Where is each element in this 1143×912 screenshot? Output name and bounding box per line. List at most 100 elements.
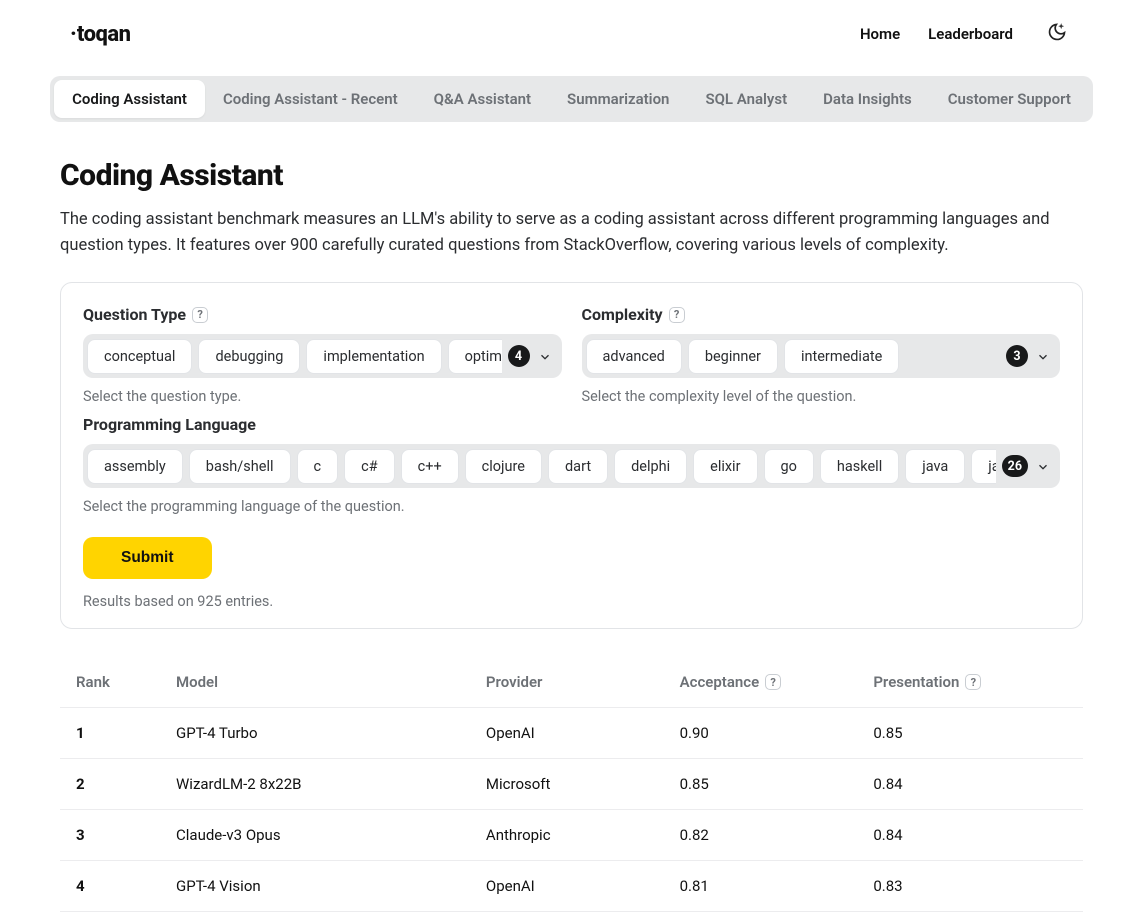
submit-button[interactable]: Submit <box>83 537 212 579</box>
language-hint: Select the programming language of the q… <box>83 498 1060 515</box>
results-table: Rank Model Provider Acceptance ? Present… <box>60 657 1083 912</box>
table-row: 3 Claude-v3 Opus Anthropic 0.82 0.84 <box>60 810 1083 861</box>
filter-language: Programming Language assembly bash/shell… <box>83 415 1060 515</box>
question-type-select[interactable]: conceptual debugging implementation opti… <box>83 334 562 378</box>
chip-elixir[interactable]: elixir <box>693 449 757 484</box>
cell-model: GPT-4 Turbo <box>176 724 486 742</box>
question-type-hint: Select the question type. <box>83 388 562 405</box>
chevron-down-icon[interactable] <box>1036 459 1050 473</box>
filters-panel: Question Type ? conceptual debugging imp… <box>60 282 1083 629</box>
cell-presentation: 0.85 <box>873 724 1067 742</box>
tabs: Coding Assistant Coding Assistant - Rece… <box>50 76 1093 122</box>
chip-haskell[interactable]: haskell <box>820 449 899 484</box>
table-row: 2 WizardLM-2 8x22B Microsoft 0.85 0.84 <box>60 759 1083 810</box>
tab-coding-assistant-recent[interactable]: Coding Assistant - Recent <box>205 80 416 118</box>
tab-customer-support[interactable]: Customer Support <box>930 80 1089 118</box>
cell-provider: Microsoft <box>486 775 680 793</box>
filter-question-type: Question Type ? conceptual debugging imp… <box>83 305 562 405</box>
tab-summarization[interactable]: Summarization <box>549 80 687 118</box>
chip-clojure[interactable]: clojure <box>465 449 542 484</box>
tab-coding-assistant[interactable]: Coding Assistant <box>54 80 205 118</box>
chip-java[interactable]: java <box>905 449 965 484</box>
chip-c[interactable]: c <box>297 449 339 484</box>
header-provider: Provider <box>486 673 680 691</box>
acceptance-help[interactable]: ? <box>765 674 781 690</box>
chip-assembly[interactable]: assembly <box>87 449 183 484</box>
complexity-hint: Select the complexity level of the quest… <box>582 388 1061 405</box>
cell-provider: Anthropic <box>486 826 680 844</box>
filter-complexity: Complexity ? advanced beginner intermedi… <box>582 305 1061 405</box>
header-rank: Rank <box>76 673 176 691</box>
language-chips: assembly bash/shell c c# c++ clojure dar… <box>87 449 996 484</box>
chip-csharp[interactable]: c# <box>344 449 395 484</box>
cell-rank: 3 <box>76 826 176 844</box>
page-title: Coding Assistant <box>60 158 1083 193</box>
question-type-label: Question Type <box>83 305 186 324</box>
header-acceptance-wrap: Acceptance ? <box>680 673 874 691</box>
chip-dart[interactable]: dart <box>548 449 608 484</box>
chip-javascript[interactable]: javascript <box>971 449 995 484</box>
tab-sql-analyst[interactable]: SQL Analyst <box>687 80 805 118</box>
chip-conceptual[interactable]: conceptual <box>87 339 192 374</box>
logo[interactable]: ·toqan <box>70 22 130 47</box>
cell-rank: 1 <box>76 724 176 742</box>
tabs-wrap: Coding Assistant Coding Assistant - Rece… <box>0 58 1143 122</box>
page-description: The coding assistant benchmark measures … <box>60 207 1083 258</box>
cell-provider: OpenAI <box>486 877 680 895</box>
question-type-chips: conceptual debugging implementation opti… <box>87 339 502 374</box>
chip-cpp[interactable]: c++ <box>401 449 459 484</box>
theme-toggle[interactable] <box>1041 18 1073 50</box>
complexity-help[interactable]: ? <box>669 307 685 323</box>
chip-go[interactable]: go <box>764 449 814 484</box>
cell-model: WizardLM-2 8x22B <box>176 775 486 793</box>
cell-acceptance: 0.81 <box>680 877 874 895</box>
chip-delphi[interactable]: delphi <box>614 449 687 484</box>
cell-provider: OpenAI <box>486 724 680 742</box>
cell-model: Claude-v3 Opus <box>176 826 486 844</box>
tab-data-insights[interactable]: Data Insights <box>805 80 930 118</box>
language-label: Programming Language <box>83 415 256 434</box>
nav-home[interactable]: Home <box>860 25 900 43</box>
moon-icon <box>1047 22 1067 46</box>
chip-implementation[interactable]: implementation <box>306 339 441 374</box>
chip-optimization[interactable]: optimization <box>448 339 502 374</box>
brand-text: toqan <box>77 22 131 47</box>
cell-presentation: 0.83 <box>873 877 1067 895</box>
complexity-label: Complexity <box>582 305 663 324</box>
cell-presentation: 0.84 <box>873 826 1067 844</box>
table-row: 1 GPT-4 Turbo OpenAI 0.90 0.85 <box>60 708 1083 759</box>
cell-rank: 4 <box>76 877 176 895</box>
cell-presentation: 0.84 <box>873 775 1067 793</box>
chip-beginner[interactable]: beginner <box>688 339 778 374</box>
cell-acceptance: 0.82 <box>680 826 874 844</box>
table-header: Rank Model Provider Acceptance ? Present… <box>60 657 1083 708</box>
header-presentation: Presentation <box>873 673 959 691</box>
navbar: ·toqan Home Leaderboard <box>0 0 1143 58</box>
complexity-count: 3 <box>1006 345 1028 367</box>
header-acceptance: Acceptance <box>680 673 760 691</box>
complexity-chips: advanced beginner intermediate <box>586 339 1001 374</box>
nav-leaderboard[interactable]: Leaderboard <box>928 25 1013 43</box>
chevron-down-icon[interactable] <box>538 349 552 363</box>
presentation-help[interactable]: ? <box>965 674 981 690</box>
cell-rank: 2 <box>76 775 176 793</box>
content: Coding Assistant The coding assistant be… <box>0 122 1143 912</box>
question-type-help[interactable]: ? <box>192 307 208 323</box>
header-presentation-wrap: Presentation ? <box>873 673 1067 691</box>
tab-qa-assistant[interactable]: Q&A Assistant <box>416 80 549 118</box>
cell-model: GPT-4 Vision <box>176 877 486 895</box>
results-note: Results based on 925 entries. <box>83 593 1060 610</box>
table-row: 4 GPT-4 Vision OpenAI 0.81 0.83 <box>60 861 1083 912</box>
chip-advanced[interactable]: advanced <box>586 339 682 374</box>
nav-right: Home Leaderboard <box>860 18 1073 50</box>
language-count: 26 <box>1002 455 1028 477</box>
header-model: Model <box>176 673 486 691</box>
chevron-down-icon[interactable] <box>1036 349 1050 363</box>
language-select[interactable]: assembly bash/shell c c# c++ clojure dar… <box>83 444 1060 488</box>
cell-acceptance: 0.90 <box>680 724 874 742</box>
question-type-count: 4 <box>508 345 530 367</box>
complexity-select[interactable]: advanced beginner intermediate 3 <box>582 334 1061 378</box>
chip-bash-shell[interactable]: bash/shell <box>189 449 291 484</box>
chip-intermediate[interactable]: intermediate <box>784 339 899 374</box>
chip-debugging[interactable]: debugging <box>198 339 300 374</box>
